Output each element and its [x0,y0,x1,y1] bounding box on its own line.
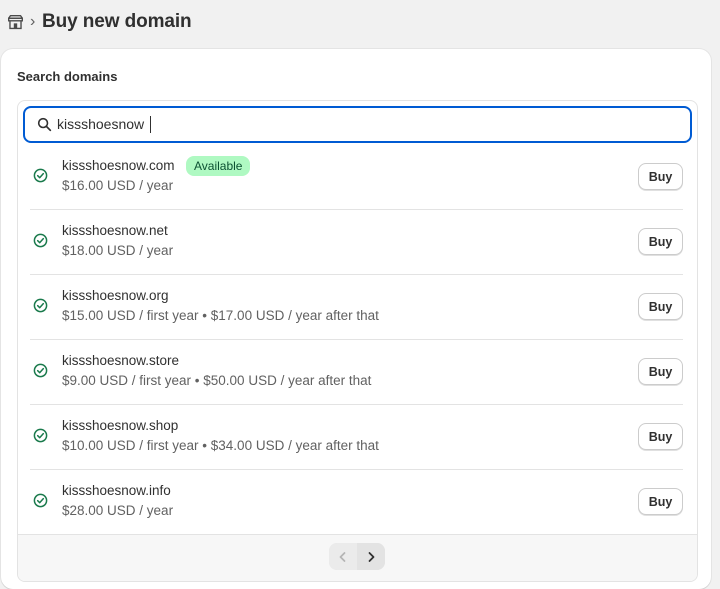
search-icon [37,117,52,132]
page-title: Buy new domain [42,11,192,32]
domain-price: $10.00 USD / first year • $34.00 USD / y… [62,438,379,453]
buy-button[interactable]: Buy [638,423,683,450]
chevron-left-icon [339,551,346,562]
domain-name: kissshoesnow.net [62,223,168,238]
check-circle-icon [33,428,48,443]
next-page-button[interactable] [357,543,385,570]
available-badge: Available [186,156,251,176]
page-header: › Buy new domain [0,0,720,46]
check-circle-icon [33,233,48,248]
domain-row: kissshoesnow.store $9.00 USD / first yea… [30,340,683,405]
pagination [329,543,385,570]
text-cursor [150,116,151,133]
domain-price: $28.00 USD / year [62,503,174,518]
domain-name: kissshoesnow.com [62,158,175,173]
chevron-right-icon [368,551,375,562]
domain-name: kissshoesnow.info [62,483,171,498]
breadcrumb-chevron-icon: › [30,13,36,30]
domain-price: $16.00 USD / year [62,178,174,193]
buy-button[interactable]: Buy [638,163,683,190]
check-circle-icon [33,493,48,508]
domain-row: kissshoesnow.shop $10.00 USD / first yea… [30,405,683,470]
domain-price: $9.00 USD / first year • $50.00 USD / ye… [62,373,372,388]
buy-button[interactable]: Buy [638,228,683,255]
domain-results: kissshoesnow.com Available $16.00 USD / … [17,100,698,582]
search-domains-card: Search domains kissshoesnow.com Availabl… [1,49,711,589]
domain-name: kissshoesnow.shop [62,418,179,433]
section-title: Search domains [17,69,118,84]
pagination-bar [18,534,697,581]
domain-row: kissshoesnow.org $15.00 USD / first year… [30,275,683,340]
search-input[interactable] [57,113,657,135]
previous-page-button[interactable] [329,543,357,570]
domain-price: $15.00 USD / first year • $17.00 USD / y… [62,308,379,323]
buy-button[interactable]: Buy [638,358,683,385]
check-circle-icon [33,298,48,313]
domain-price: $18.00 USD / year [62,243,174,258]
domain-row: kissshoesnow.net $18.00 USD / year Buy [30,210,683,275]
buy-button[interactable]: Buy [638,293,683,320]
check-circle-icon [33,363,48,378]
domain-name: kissshoesnow.store [62,353,180,368]
search-box [23,106,692,143]
store-icon[interactable] [7,14,24,31]
domain-row: kissshoesnow.com Available $16.00 USD / … [30,145,683,210]
domain-name: kissshoesnow.org [62,288,169,303]
check-circle-icon [33,168,48,183]
domain-row: kissshoesnow.info $28.00 USD / year Buy [30,470,683,534]
buy-button[interactable]: Buy [638,488,683,515]
